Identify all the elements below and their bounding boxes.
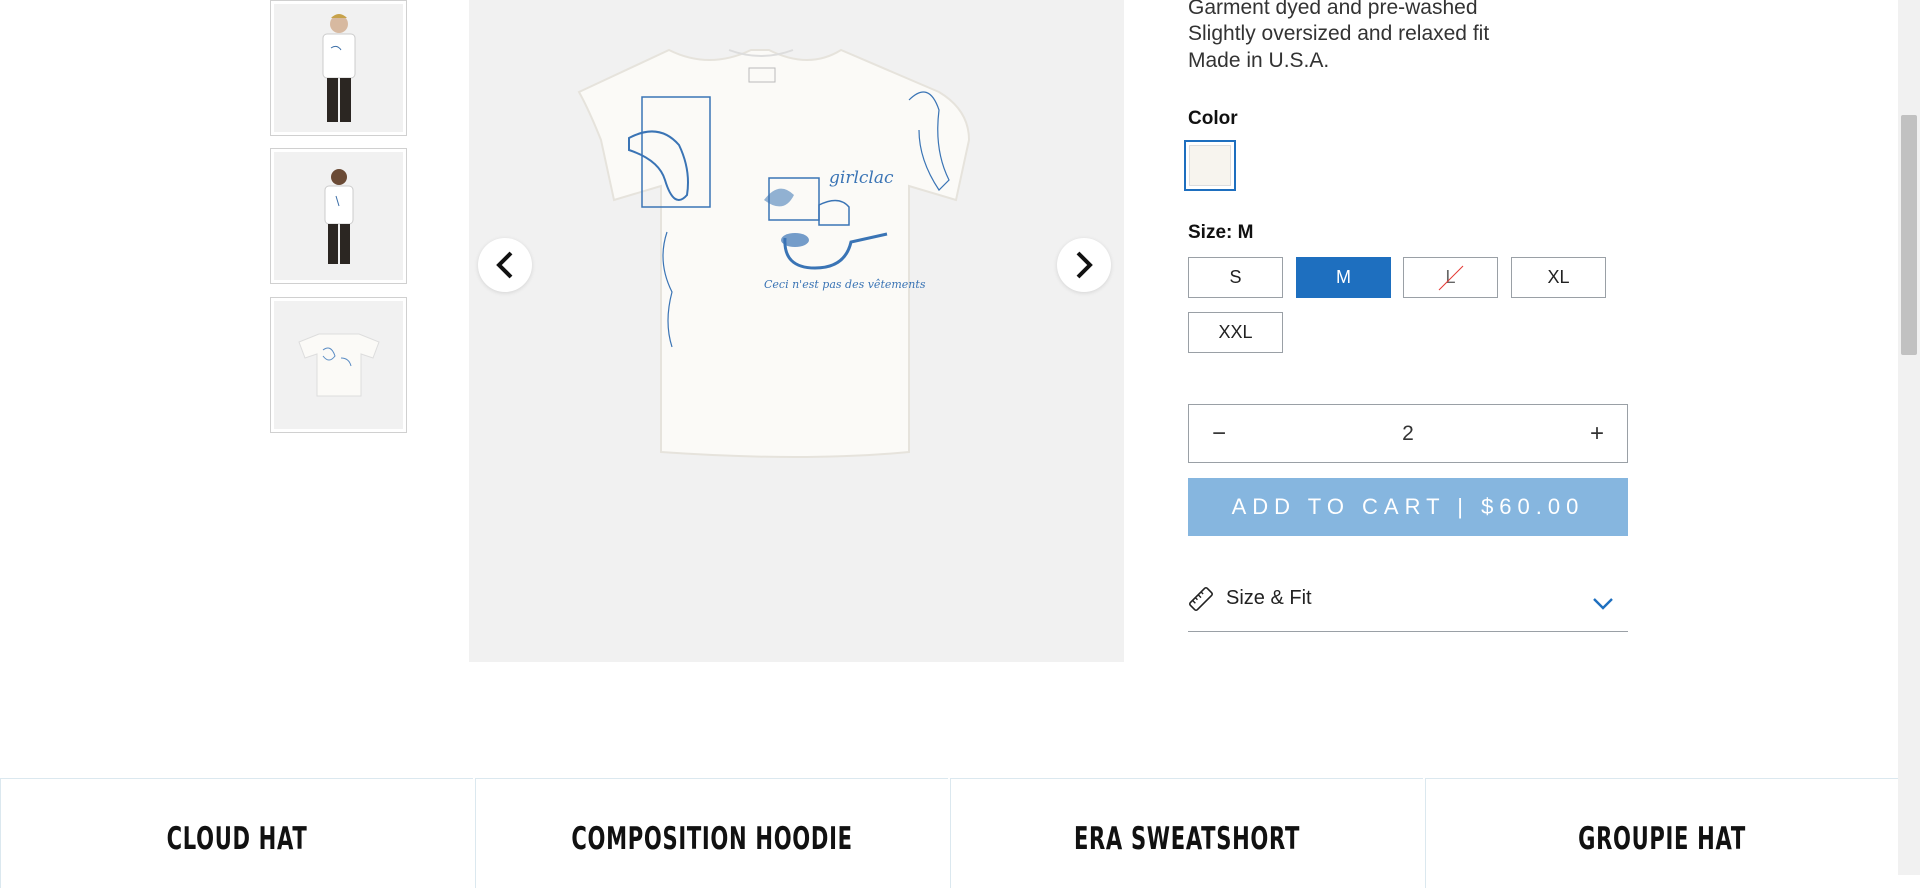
qty-increase-button[interactable]: +: [1567, 405, 1627, 462]
size-fit-accordion[interactable]: Size & Fit: [1188, 580, 1628, 632]
thumbnail-flat-lay[interactable]: [270, 297, 407, 433]
main-product-image: girlclac Ceci n'est pas des vêtements: [469, 0, 1124, 662]
chevron-down-icon: [1593, 598, 1613, 610]
size-option-xxl[interactable]: XXL: [1188, 312, 1283, 353]
chevron-left-icon: [496, 251, 513, 279]
color-swatch-selected[interactable]: [1184, 140, 1236, 191]
feature-line: Made in U.S.A.: [1188, 49, 1330, 72]
related-product-title: GROUPIE HAT: [1578, 821, 1746, 857]
size-option-label: M: [1336, 267, 1351, 287]
related-product-subtitle: [1496, 871, 1828, 891]
thumbnail-image: [274, 152, 403, 280]
related-product-subtitle: [71, 871, 403, 891]
color-label: Color: [1188, 108, 1238, 129]
quantity-input[interactable]: 2: [1249, 405, 1567, 462]
thumbnail-back-model[interactable]: [270, 148, 407, 284]
thumbnail-front-model[interactable]: [270, 0, 407, 136]
size-fit-label: Size & Fit: [1226, 587, 1312, 609]
size-option-m[interactable]: M: [1296, 257, 1391, 298]
related-product-title: CLOUD HAT: [166, 821, 308, 857]
qty-decrease-button[interactable]: −: [1189, 405, 1249, 462]
related-product-card[interactable]: COMPOSITION HOODIE: [475, 778, 948, 888]
related-product-title: COMPOSITION HOODIE: [571, 821, 853, 857]
page-scrollbar-thumb[interactable]: [1901, 115, 1917, 355]
shirt-caption: Ceci n'est pas des vêtements: [764, 278, 926, 291]
chevron-right-icon: [1076, 251, 1093, 279]
color-swatch-fill: [1189, 145, 1231, 186]
add-to-cart-button[interactable]: ADD TO CART | $60.00: [1188, 478, 1628, 536]
quantity-stepper: − 2 +: [1188, 404, 1628, 463]
feature-line: Garment dyed and pre-washed: [1188, 0, 1478, 19]
thumbnail-image: [274, 301, 403, 429]
related-product-subtitle: [546, 871, 878, 891]
size-option-label: XL: [1547, 267, 1570, 287]
thumbnail-image: [274, 4, 403, 132]
related-product-card[interactable]: ERA SWEATSHORT: [950, 778, 1423, 888]
size-option-label: S: [1229, 267, 1242, 287]
size-option-xl[interactable]: XL: [1511, 257, 1606, 298]
related-product-subtitle: [1021, 871, 1353, 891]
related-product-card[interactable]: CLOUD HAT: [0, 778, 473, 888]
next-image-button[interactable]: [1057, 238, 1111, 292]
size-option-label: XXL: [1218, 322, 1253, 342]
size-option-l[interactable]: L: [1403, 257, 1498, 298]
prev-image-button[interactable]: [478, 238, 532, 292]
size-label: Size: M: [1188, 222, 1254, 243]
feature-line: Slightly oversized and relaxed fit: [1188, 22, 1490, 45]
related-product-card[interactable]: GROUPIE HAT: [1425, 778, 1898, 888]
tshirt-illustration: girlclac Ceci n'est pas des vêtements: [577, 48, 971, 458]
size-option-s[interactable]: S: [1188, 257, 1283, 298]
related-product-title: ERA SWEATSHORT: [1073, 821, 1301, 857]
shirt-print-text: girlclac: [829, 168, 894, 188]
ruler-icon: [1189, 587, 1213, 611]
